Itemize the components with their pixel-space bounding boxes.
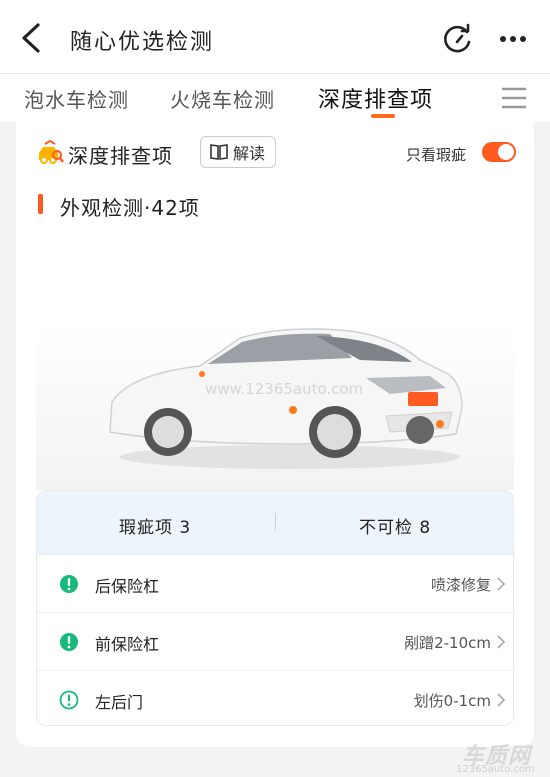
top-nav-bar: 随心优选检测 [0, 0, 550, 74]
warning-outline-icon [59, 690, 79, 710]
back-arrow-icon[interactable] [18, 22, 46, 54]
section-title: 外观检测·42项 [60, 196, 200, 220]
tab-deep-inspection[interactable]: 深度排查项 [318, 82, 433, 114]
inspection-results: 瑕疵项 3 不可检 8 后保险杠 喷漆修复 前保险杠 剐蹭2-10cm 左后门 … [36, 490, 514, 726]
list-item[interactable]: 左后门 划伤0-1cm [37, 671, 513, 725]
list-item[interactable]: 前保险杠 剐蹭2-10cm [37, 613, 513, 671]
site-watermark: 车质网 12365auto.com [448, 738, 550, 777]
car-image: www.12365auto.com [109, 328, 463, 469]
inspection-card: 深度排查项 解读 只看瑕疵 外观检测·42项 www.12365auto.com… [16, 122, 534, 747]
refresh-icon[interactable] [440, 22, 474, 56]
tab-fire-damage[interactable]: 火烧车检测 [170, 84, 275, 113]
item-name: 后保险杠 [95, 577, 160, 596]
explain-label: 解读 [233, 144, 266, 163]
explain-button[interactable]: 解读 [200, 136, 277, 168]
list-item[interactable]: 后保险杠 喷漆修复 [37, 555, 513, 613]
section-marker [38, 194, 43, 214]
watermark-url: 12365auto.com [456, 764, 535, 775]
image-watermark: www.12365auto.com [205, 380, 363, 398]
warning-icon [60, 633, 78, 651]
item-value: 剐蹭2-10cm [404, 634, 491, 652]
tab-bar: 泡水车检测 火烧车检测 深度排查项 [0, 74, 550, 122]
car-inspection-icon [39, 140, 64, 164]
flaw-count-tab[interactable]: 瑕疵项 3 [119, 513, 191, 538]
menu-icon[interactable] [500, 86, 528, 110]
chevron-right-icon [497, 693, 505, 707]
page-title: 随心优选检测 [70, 30, 215, 55]
item-value: 喷漆修复 [430, 576, 491, 594]
item-name: 前保险杠 [95, 635, 160, 654]
warning-icon [60, 575, 78, 593]
divider [275, 513, 276, 531]
book-icon [210, 144, 228, 160]
item-name: 左后门 [95, 693, 144, 712]
uncheckable-count-tab[interactable]: 不可检 8 [359, 513, 431, 538]
active-tab-indicator [371, 114, 395, 118]
chevron-right-icon [497, 635, 505, 649]
item-value: 划伤0-1cm [413, 692, 491, 710]
flaw-only-label: 只看瑕疵 [406, 146, 467, 164]
chevron-right-icon [497, 577, 505, 591]
stats-bar: 瑕疵项 3 不可检 8 [37, 491, 513, 555]
more-icon[interactable] [498, 34, 528, 44]
flaw-only-toggle[interactable] [482, 142, 516, 162]
tab-water-damage[interactable]: 泡水车检测 [24, 84, 129, 113]
card-title: 深度排查项 [68, 144, 173, 168]
